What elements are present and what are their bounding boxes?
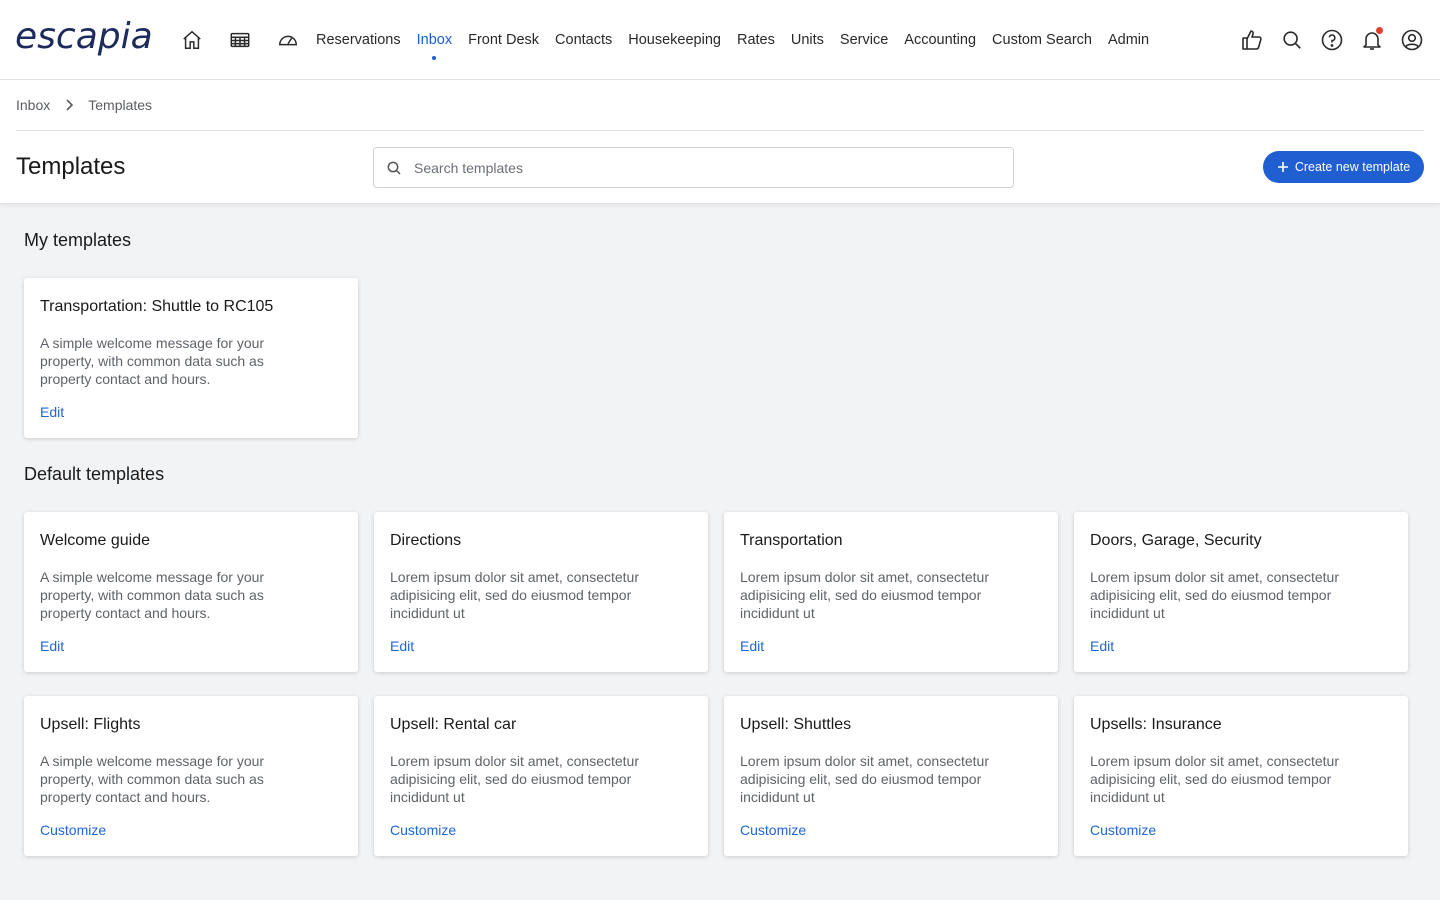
template-edit-link[interactable]: Edit [40,404,64,420]
notification-dot [1376,27,1383,34]
nav-link-front-desk[interactable]: Front Desk [460,0,547,80]
calendar-grid-icon[interactable] [224,24,256,56]
template-card-description: Lorem ipsum dolor sit amet, consectetur … [1090,569,1339,621]
nav-link-custom-search[interactable]: Custom Search [984,0,1100,80]
template-card: Upsell: Rental car Lorem ipsum dolor sit… [374,696,708,856]
template-customize-link[interactable]: Customize [390,822,456,838]
thumbs-up-icon[interactable] [1236,24,1268,56]
breadcrumb-templates: Templates [88,97,153,113]
nav-link-units[interactable]: Units [783,0,832,80]
template-card-title: Directions [390,532,462,549]
template-edit-link[interactable]: Edit [40,638,64,654]
default-templates-heading: Default templates [24,464,165,484]
nav-link-accounting[interactable]: Accounting [896,0,984,80]
template-card-title: Transportation: Shuttle to RC105 [40,298,274,315]
template-card-description: A simple welcome message for your proper… [40,335,265,387]
template-edit-link[interactable]: Edit [390,638,414,654]
template-card-title: Upsell: Shuttles [740,716,852,733]
nav-link-service[interactable]: Service [832,0,896,80]
template-card-title: Doors, Garage, Security [1090,532,1262,549]
template-card-title: Upsell: Flights [40,716,141,733]
template-card-title: Welcome guide [40,532,150,549]
header-divider [16,130,1424,131]
search-icon [386,160,402,176]
template-customize-link[interactable]: Customize [740,822,806,838]
template-card: Upsell: Flights A simple welcome message… [24,696,358,856]
top-navigation-bar: escapia Reservations Inbox Front Desk Co… [0,0,1440,80]
template-card-description: A simple welcome message for your proper… [40,569,265,621]
template-edit-link[interactable]: Edit [740,638,764,654]
plus-icon [1277,161,1289,173]
nav-link-reservations[interactable]: Reservations [308,0,409,80]
search-icon[interactable] [1276,24,1308,56]
breadcrumb-inbox[interactable]: Inbox [16,97,50,113]
home-icon[interactable] [176,24,208,56]
template-card: Transportation Lorem ipsum dolor sit ame… [724,512,1058,672]
template-card: Upsell: Shuttles Lorem ipsum dolor sit a… [724,696,1058,856]
template-card: Directions Lorem ipsum dolor sit amet, c… [374,512,708,672]
template-card-description: Lorem ipsum dolor sit amet, consectetur … [740,753,989,805]
nav-link-rates[interactable]: Rates [729,0,783,80]
my-templates-heading: My templates [24,230,132,250]
template-card-description: A simple welcome message for your proper… [40,753,265,805]
nav-link-inbox[interactable]: Inbox [409,0,460,80]
create-new-template-label: Create new template [1294,160,1411,174]
dashboard-gauge-icon[interactable] [272,24,304,56]
template-card: Transportation: Shuttle to RC105 A simpl… [24,278,358,438]
main-nav-links: Reservations Inbox Front Desk Contacts H… [308,0,1157,80]
template-card-title: Transportation [740,532,843,549]
template-card-title: Upsell: Rental car [390,716,517,733]
template-card-description: Lorem ipsum dolor sit amet, consectetur … [390,753,639,805]
template-card-description: Lorem ipsum dolor sit amet, consectetur … [1090,753,1339,805]
breadcrumb: Inbox Templates [16,97,152,113]
nav-link-contacts[interactable]: Contacts [547,0,620,80]
template-card-title: Upsells: Insurance [1090,716,1222,733]
page-header: Inbox Templates Templates Create new tem… [0,80,1440,204]
nav-link-housekeeping[interactable]: Housekeeping [620,0,729,80]
template-customize-link[interactable]: Customize [40,822,106,838]
create-new-template-button[interactable]: Create new template [1263,151,1424,183]
chevron-right-icon [64,98,74,112]
template-card: Upsells: Insurance Lorem ipsum dolor sit… [1074,696,1408,856]
template-edit-link[interactable]: Edit [1090,638,1114,654]
user-account-icon[interactable] [1396,24,1428,56]
template-card: Doors, Garage, Security Lorem ipsum dolo… [1074,512,1408,672]
template-card: Welcome guide A simple welcome message f… [24,512,358,672]
search-templates-input[interactable] [414,159,974,176]
nav-link-admin[interactable]: Admin [1100,0,1157,80]
logo-text: escapia [15,16,153,57]
template-card-description: Lorem ipsum dolor sit amet, consectetur … [740,569,989,621]
template-customize-link[interactable]: Customize [1090,822,1156,838]
help-icon[interactable] [1316,24,1348,56]
page-title: Templates [16,153,126,180]
template-card-description: Lorem ipsum dolor sit amet, consectetur … [390,569,639,621]
search-templates-field[interactable] [373,147,1014,188]
nav-utility-icons [1236,24,1428,56]
escapia-logo[interactable]: escapia [15,14,165,64]
bell-icon[interactable] [1356,24,1388,56]
